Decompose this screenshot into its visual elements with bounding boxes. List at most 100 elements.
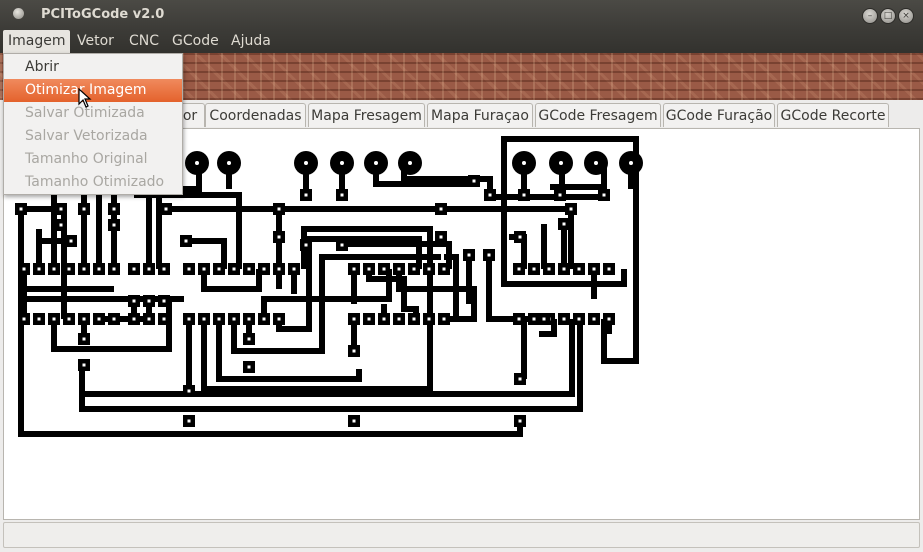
pcb-pad-hole: [412, 317, 416, 321]
pcb-pad-hole: [442, 267, 446, 271]
pcb-pad-hole: [247, 337, 251, 341]
pcb-pad-hole: [439, 207, 443, 211]
pcb-pad-hole: [442, 317, 446, 321]
maximize-icon[interactable]: □: [880, 8, 896, 24]
pcb-pad-hole: [558, 193, 562, 197]
pcb-pad-hole: [202, 317, 206, 321]
pcb-pad-hole: [352, 267, 356, 271]
pcb-pad-hole: [162, 267, 166, 271]
pcb-pad-hole: [518, 419, 522, 423]
pcb-pad-hole: [82, 337, 86, 341]
pcb-pad-hole: [162, 317, 166, 321]
menu-vetor[interactable]: Vetor: [72, 30, 119, 53]
menu-gcode[interactable]: GCode: [167, 30, 224, 53]
pcb-pad-hole: [59, 223, 63, 227]
pcb-pad-hole: [52, 317, 56, 321]
app-icon: [13, 8, 24, 19]
pcb-pad-hole: [532, 267, 536, 271]
menu-cnc[interactable]: CNC: [124, 30, 164, 53]
tab-coordenadas[interactable]: Coordenadas: [205, 103, 306, 127]
pcb-pad-hole: [52, 267, 56, 271]
mouse-cursor-icon: [78, 88, 92, 108]
menu-item-salvar-otimizada: Salvar Otimizada: [25, 105, 145, 121]
tab-mapa-fresagem[interactable]: Mapa Fresagem: [308, 103, 425, 127]
pcb-pad-hole: [397, 267, 401, 271]
pcb-pad-hole: [82, 363, 86, 367]
menu-item-tamanho-otimizado: Tamanho Otimizado: [25, 174, 165, 190]
pcb-pad-hole: [82, 207, 86, 211]
pcb-pad-hole: [19, 207, 23, 211]
pcb-pad-hole: [488, 193, 492, 197]
pcb-pad-hole: [184, 239, 188, 243]
pcb-pad-hole: [607, 267, 611, 271]
pcb-pad-hole: [247, 317, 251, 321]
pcb-pad-hole: [602, 193, 606, 197]
pcb-pad-hole: [467, 253, 471, 257]
close-icon[interactable]: ×: [898, 8, 914, 24]
pcb-pad-hole: [277, 207, 281, 211]
pcb-pad-hole: [569, 207, 573, 211]
pcb-pad-hole: [367, 267, 371, 271]
menu-ajuda[interactable]: Ajuda: [226, 30, 276, 53]
pcb-pad-hole: [382, 317, 386, 321]
pcb-pad-hole: [247, 267, 251, 271]
pcb-pad-hole: [577, 317, 581, 321]
pcb-pad-hole: [217, 267, 221, 271]
pcb-pad-hole: [439, 235, 443, 239]
pcb-pad-hole: [427, 267, 431, 271]
tab-gcode-recorte[interactable]: GCode Recorte: [777, 103, 889, 127]
pcb-pad-hole: [97, 267, 101, 271]
pcb-pad-hole: [522, 193, 526, 197]
pcb-pad-hole: [412, 267, 416, 271]
pcb-pad-hole: [187, 419, 191, 423]
pcb-pad-hole: [112, 223, 116, 227]
pcb-pad-hole: [162, 299, 166, 303]
pcb-pad-hole: [340, 193, 344, 197]
pcb-pad-hole: [187, 267, 191, 271]
pcb-pad-hole: [542, 317, 546, 321]
pcb-pad-hole: [67, 267, 71, 271]
pcb-pad-hole: [562, 317, 566, 321]
pcb-pad-hole: [607, 317, 611, 321]
pcb-pad-hole: [592, 317, 596, 321]
pcb-pad-hole: [247, 365, 251, 369]
pcb-pad-hole: [397, 317, 401, 321]
pcb-pad-hole: [547, 267, 551, 271]
pcb-pad-hole: [187, 389, 191, 393]
window-title: PCIToGCode v2.0: [41, 7, 165, 22]
tab-gcode-furacao[interactable]: GCode Furação: [663, 103, 775, 127]
pcb-pad-hole: [147, 267, 151, 271]
menu-imagem[interactable]: Imagem: [3, 30, 71, 53]
pcb-pad-hole: [292, 267, 296, 271]
pcb-pad-hole: [352, 419, 356, 423]
pcb-pad-hole: [367, 317, 371, 321]
pcb-pad-hole: [352, 317, 356, 321]
menu-item-otimizar-imagem[interactable]: Otimizar Imagem: [4, 79, 182, 102]
pcb-pad-hole: [147, 317, 151, 321]
pcb-pad-hole: [262, 317, 266, 321]
pcb-pad-hole: [82, 267, 86, 271]
pcb-pad-hole: [82, 317, 86, 321]
pcb-pad-hole: [352, 349, 356, 353]
pcb-pad-hole: [340, 243, 344, 247]
pcb-pad-hole: [562, 222, 566, 226]
pcb-pad-hole: [187, 317, 191, 321]
pcb-pad-hole: [304, 193, 308, 197]
pcb-pad-hole: [132, 317, 136, 321]
minimize-icon[interactable]: –: [862, 8, 878, 24]
pcb-pad-hole: [97, 317, 101, 321]
tab-mapa-furacao[interactable]: Mapa Furaçao: [427, 103, 533, 127]
tab-gcode-fresagem[interactable]: GCode Fresagem: [535, 103, 661, 127]
pcb-pad-hole: [67, 317, 71, 321]
pcb-pad-hole: [232, 267, 236, 271]
menu-item-tamanho-original: Tamanho Original: [25, 151, 148, 167]
menu-bar: Imagem Vetor CNC GCode Ajuda: [0, 30, 923, 53]
pcb-pad-hole: [487, 253, 491, 257]
pcb-pad-hole: [37, 317, 41, 321]
menu-item-abrir[interactable]: Abrir: [4, 56, 182, 79]
pcb-pad-hole: [592, 267, 596, 271]
pcb-pad-hole: [132, 299, 136, 303]
pcb-pad-hole: [164, 207, 168, 211]
pcb-pad-hole: [22, 267, 26, 271]
pcb-pad-hole: [427, 317, 431, 321]
